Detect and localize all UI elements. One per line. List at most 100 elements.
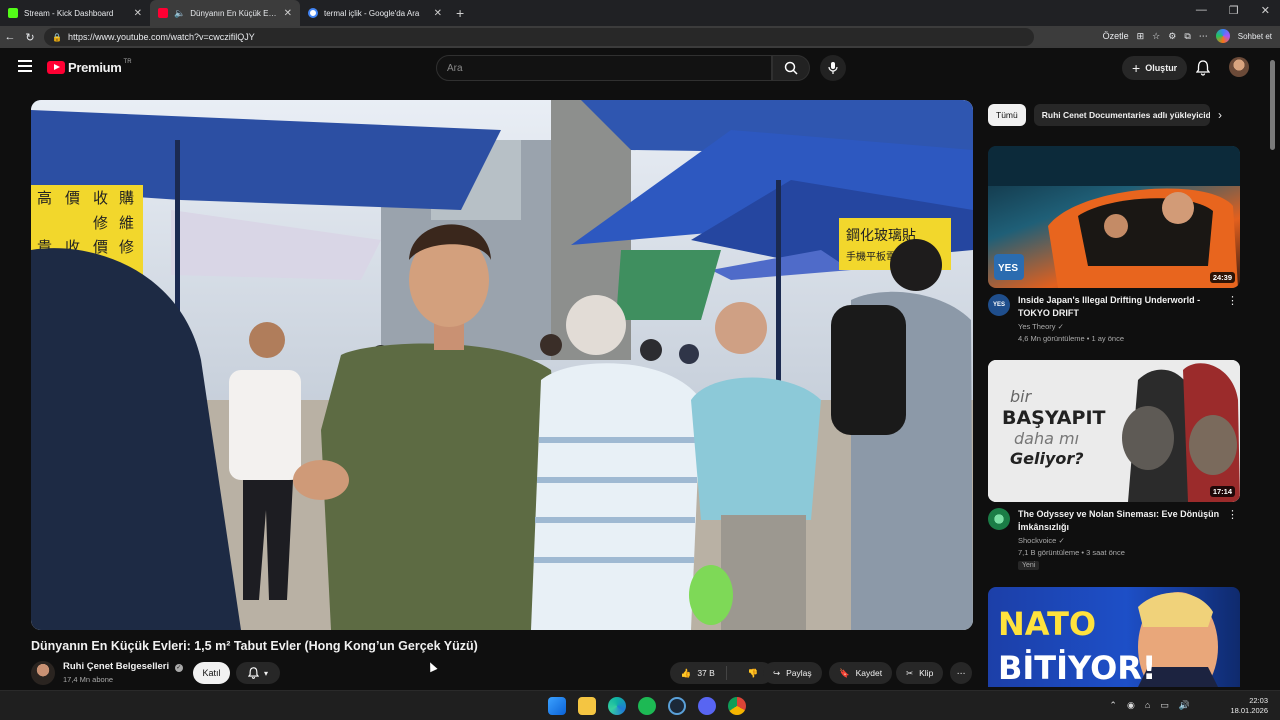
thumbs-up-icon: 👍 bbox=[680, 667, 692, 678]
subscriber-count: 17,4 Mn abone bbox=[63, 675, 114, 684]
video-frame: 高 價 收 購 修 維 修 貴 收 價 鋼化玻璃貼 手機平板電腦保護 bbox=[31, 100, 973, 630]
join-button[interactable]: Katıl bbox=[193, 662, 230, 684]
more-vertical-icon[interactable]: ⋮ bbox=[1227, 294, 1238, 307]
close-window-icon[interactable]: ✕ bbox=[1261, 4, 1270, 17]
share-button[interactable]: ↪ Paylaş bbox=[763, 662, 822, 684]
search-button[interactable] bbox=[772, 55, 810, 81]
tab-label: termal içlik - Google'da Ara bbox=[324, 8, 420, 18]
security-icon[interactable]: ◉ bbox=[1127, 700, 1135, 711]
chrome-icon[interactable] bbox=[728, 697, 746, 715]
refresh-icon[interactable]: ↻ bbox=[20, 31, 40, 44]
chevron-up-icon[interactable]: ⌃ bbox=[1109, 700, 1117, 711]
browser-toolbar: Özetle ⊞ ☆ ⚙ ⧉ ⋯ Sohbet et bbox=[1103, 29, 1272, 43]
video-thumbnail[interactable]: NATO BİTİYOR! bbox=[988, 587, 1240, 687]
tab-kick[interactable]: Stream - Kick Dashboard ✕ bbox=[0, 0, 150, 26]
chip-all[interactable]: Tümü bbox=[988, 104, 1026, 126]
video-stats: 4,6 Mn görüntüleme • 1 ay önce bbox=[1018, 334, 1125, 343]
video-stats: 7,1 B görüntüleme • 3 saat önce bbox=[1018, 548, 1125, 557]
video-meta: The Odyssey ve Nolan Sineması: Eve Dönüş… bbox=[988, 508, 1240, 570]
sign-left-text: 價 bbox=[93, 238, 108, 256]
channel-name-row[interactable]: Ruhi Çenet Belgeselleri ✓ bbox=[63, 661, 183, 672]
plus-icon: + bbox=[1132, 60, 1141, 76]
video-title[interactable]: Inside Japan's Illegal Drifting Underwor… bbox=[1018, 294, 1224, 319]
menu-icon[interactable] bbox=[18, 60, 32, 75]
like-button[interactable]: 👍 37 B bbox=[670, 666, 727, 680]
youtube-logo[interactable]: Premium TR bbox=[47, 59, 132, 75]
favorite-icon[interactable]: ☆ bbox=[1152, 31, 1160, 42]
volume-icon[interactable]: 🔊 bbox=[1179, 700, 1190, 711]
sign-left-text: 維 bbox=[119, 214, 134, 232]
spotify-icon[interactable] bbox=[638, 697, 656, 715]
more-actions-button[interactable]: ⋯ bbox=[950, 662, 972, 684]
more-icon[interactable]: ⋯ bbox=[1199, 31, 1208, 42]
video-thumbnail[interactable]: bir BAŞYAPIT daha mı Geliyor? 17:14 bbox=[988, 360, 1240, 502]
window-controls: — ❐ ✕ bbox=[1196, 4, 1270, 17]
minimize-icon[interactable]: — bbox=[1196, 4, 1207, 17]
video-duration: 17:14 bbox=[1209, 486, 1235, 497]
lock-icon[interactable]: 🔒 bbox=[52, 33, 62, 42]
like-count: 37 B bbox=[697, 668, 715, 678]
discord-icon[interactable] bbox=[698, 697, 716, 715]
clip-button[interactable]: ✂ Klip bbox=[896, 662, 944, 684]
extensions-icon[interactable]: ⚙ bbox=[1168, 31, 1176, 42]
recommended-video[interactable]: bir BAŞYAPIT daha mı Geliyor? 17:14 The … bbox=[988, 360, 1240, 570]
tab-google[interactable]: termal içlik - Google'da Ara ✕ bbox=[300, 0, 450, 26]
more-vertical-icon[interactable]: ⋮ bbox=[1227, 508, 1238, 521]
notifications-bell-icon[interactable] bbox=[1196, 60, 1210, 76]
summarize-button[interactable]: Özetle bbox=[1103, 31, 1129, 41]
video-title[interactable]: The Odyssey ve Nolan Sineması: Eve Dönüş… bbox=[1018, 508, 1224, 533]
recommended-video[interactable]: YES 24:39 YES Inside Japan's Illegal Dri… bbox=[988, 146, 1240, 344]
channel-name[interactable]: Shockvoice ✓ bbox=[1018, 536, 1065, 545]
channel-avatar[interactable] bbox=[988, 508, 1010, 530]
logo-text: Premium bbox=[68, 60, 122, 75]
network-icon[interactable]: ⌂ bbox=[1145, 700, 1150, 711]
video-duration: 24:39 bbox=[1209, 272, 1235, 283]
back-icon[interactable]: ← bbox=[0, 31, 20, 43]
chip-uploader[interactable]: Ruhi Cenet Documentaries adlı yükleyicid… bbox=[1033, 104, 1210, 126]
copilot-icon[interactable] bbox=[1215, 29, 1230, 43]
chat-button[interactable]: Sohbet et bbox=[1238, 32, 1272, 41]
collections-icon[interactable]: ⧉ bbox=[1184, 31, 1190, 42]
thumbs-down-icon: 👎 bbox=[747, 667, 759, 678]
split-screen-icon[interactable]: ⊞ bbox=[1137, 31, 1145, 42]
battery-icon[interactable]: ▭ bbox=[1160, 700, 1169, 711]
save-button[interactable]: 🔖 Kaydet bbox=[829, 662, 893, 684]
close-icon[interactable]: ✕ bbox=[284, 8, 292, 19]
tab-label: Stream - Kick Dashboard bbox=[24, 8, 114, 18]
edge-icon[interactable] bbox=[608, 697, 626, 715]
url-field[interactable]: 🔒 https://www.youtube.com/watch?v=cwczif… bbox=[44, 28, 1034, 46]
account-avatar[interactable] bbox=[1229, 57, 1249, 77]
browser-tab-strip: Stream - Kick Dashboard ✕ 🔈 Dünyanın En … bbox=[0, 0, 1280, 26]
url-text: https://www.youtube.com/watch?v=cwczifil… bbox=[67, 32, 255, 42]
search-input[interactable]: Ara bbox=[436, 55, 772, 81]
clock-date: 18.01.2026 bbox=[1230, 706, 1268, 715]
windows-start-icon[interactable] bbox=[548, 697, 566, 715]
taskbar-clock[interactable]: 22:03 18.01.2026 bbox=[1230, 696, 1268, 716]
thumbnail-text: BİTİYOR! bbox=[998, 649, 1157, 687]
close-icon[interactable]: ✕ bbox=[434, 8, 442, 19]
new-tab-button[interactable]: + bbox=[456, 5, 464, 21]
tab-youtube[interactable]: 🔈 Dünyanın En Küçük Evleri: 1,5 ✕ bbox=[150, 0, 300, 26]
kick-icon bbox=[8, 8, 18, 18]
channel-name[interactable]: Yes Theory ✓ bbox=[1018, 322, 1064, 331]
subscription-notifications-button[interactable]: ▾ bbox=[236, 662, 280, 684]
recommended-video[interactable]: NATO BİTİYOR! bbox=[988, 587, 1240, 687]
channel-avatar[interactable]: YES bbox=[988, 294, 1010, 316]
speaker-icon[interactable]: 🔈 bbox=[174, 8, 185, 19]
steam-icon[interactable] bbox=[668, 697, 686, 715]
chevron-right-icon[interactable]: › bbox=[1218, 108, 1222, 122]
youtube-icon bbox=[158, 8, 168, 18]
close-icon[interactable]: ✕ bbox=[134, 8, 142, 19]
video-player[interactable]: 高 價 收 購 修 維 修 貴 收 價 鋼化玻璃貼 手機平板電腦保護 bbox=[31, 100, 973, 630]
video-thumbnail[interactable]: YES 24:39 bbox=[988, 146, 1240, 288]
page-scrollbar[interactable] bbox=[1270, 60, 1275, 150]
file-explorer-icon[interactable] bbox=[578, 697, 596, 715]
address-bar-row: ← ↻ 🔒 https://www.youtube.com/watch?v=cw… bbox=[0, 26, 1280, 48]
create-button[interactable]: + Oluştur bbox=[1122, 56, 1188, 80]
google-icon bbox=[308, 8, 318, 18]
channel-avatar[interactable] bbox=[31, 661, 55, 685]
voice-search-button[interactable] bbox=[820, 55, 846, 81]
bookmark-icon: 🔖 bbox=[839, 667, 850, 678]
maximize-icon[interactable]: ❐ bbox=[1229, 4, 1239, 17]
channel-name[interactable]: Ruhi Çenet Belgeselleri bbox=[63, 661, 169, 672]
